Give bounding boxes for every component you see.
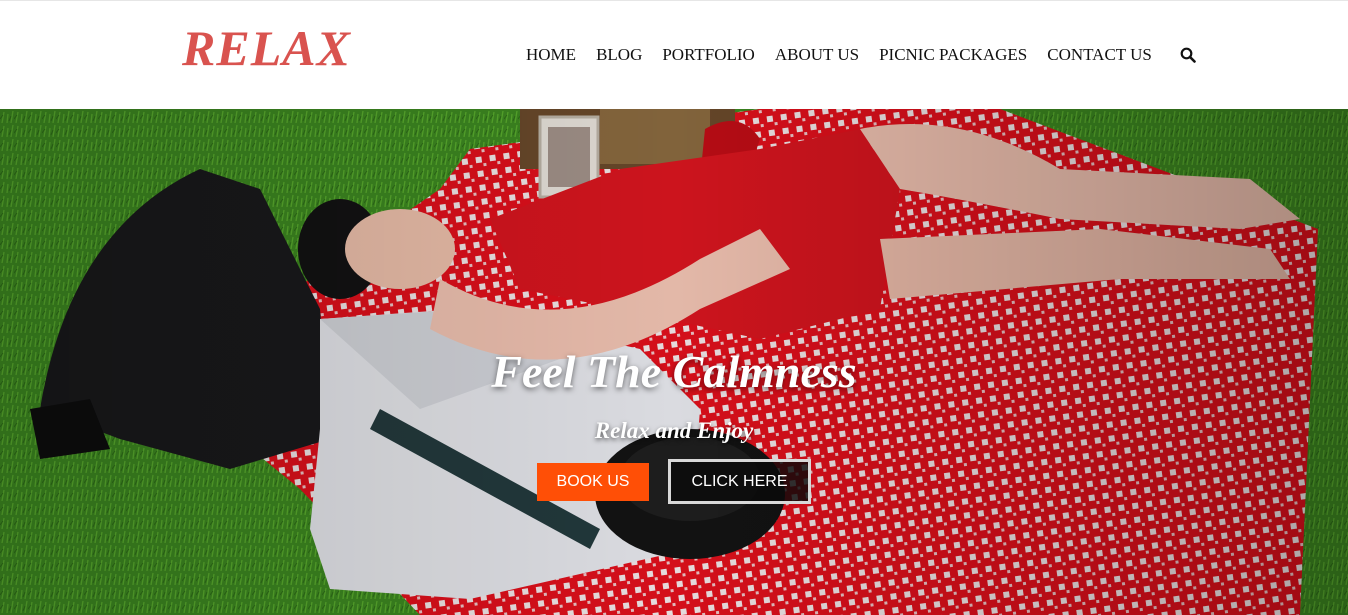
site-header: RELAX HOME BLOG PORTFOLIO ABOUT US PICNI… [0,0,1348,109]
site-logo[interactable]: RELAX [182,23,351,73]
hero-title: Feel The Calmness [491,346,857,397]
main-nav: HOME BLOG PORTFOLIO ABOUT US PICNIC PACK… [516,45,1162,65]
nav-home[interactable]: HOME [516,45,586,65]
click-here-button[interactable]: CLICK HERE [668,459,811,504]
hero-subtitle: Relax and Enjoy [594,418,754,443]
nav-portfolio[interactable]: PORTFOLIO [652,45,765,65]
hero-banner: Feel The Calmness Relax and Enjoy BOOK U… [0,109,1348,615]
search-icon[interactable] [1180,47,1196,63]
nav-picnic-packages[interactable]: PICNIC PACKAGES [869,45,1037,65]
nav-contact-us[interactable]: CONTACT US [1037,45,1162,65]
nav-about-us[interactable]: ABOUT US [765,45,869,65]
nav-blog[interactable]: BLOG [586,45,652,65]
book-us-button[interactable]: BOOK US [537,463,649,501]
